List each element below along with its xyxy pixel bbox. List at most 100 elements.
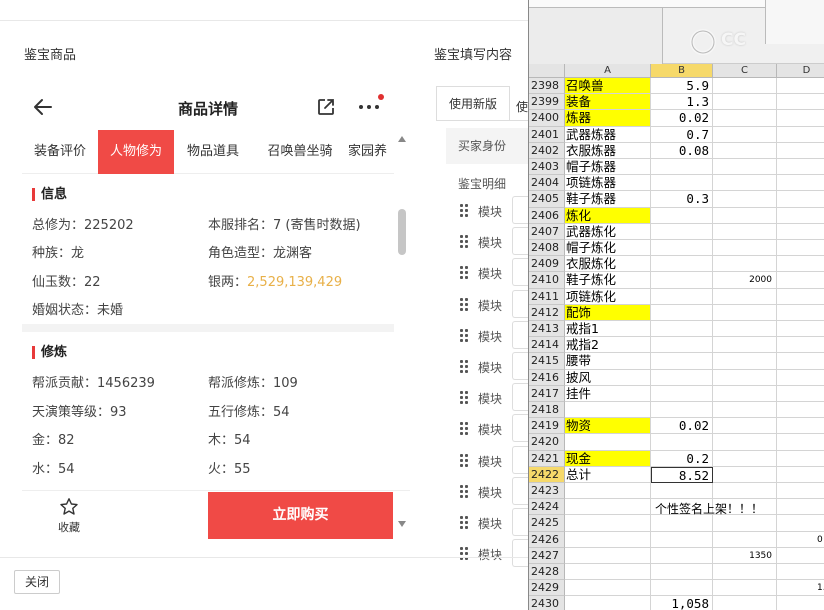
cell-a[interactable]: 武器炼器 bbox=[565, 126, 651, 143]
cell-b[interactable] bbox=[651, 564, 713, 581]
cell-c[interactable] bbox=[713, 207, 777, 224]
drag-handle-icon[interactable] bbox=[460, 484, 470, 499]
cell-d[interactable] bbox=[777, 159, 824, 176]
module-row[interactable]: 模块 bbox=[460, 476, 532, 505]
cell-c[interactable]: 1350 bbox=[713, 547, 777, 564]
row-header[interactable]: 2416 bbox=[529, 369, 565, 386]
cell-a[interactable]: 腰带 bbox=[565, 353, 651, 370]
cell-d[interactable] bbox=[777, 256, 824, 273]
row-header[interactable]: 2404 bbox=[529, 175, 565, 192]
cell-a[interactable]: 召唤兽 bbox=[565, 78, 651, 95]
cell-a[interactable] bbox=[565, 531, 651, 548]
tab-other-version[interactable]: 使 bbox=[516, 98, 528, 115]
cell-c[interactable] bbox=[713, 531, 777, 548]
cell-c[interactable] bbox=[713, 385, 777, 402]
cell-c[interactable] bbox=[713, 564, 777, 581]
cell-d[interactable] bbox=[777, 434, 824, 451]
row-header[interactable]: 2428 bbox=[529, 564, 565, 581]
cell-c[interactable] bbox=[713, 175, 777, 192]
cell-b[interactable] bbox=[651, 288, 713, 305]
cell-a[interactable]: 物资 bbox=[565, 418, 651, 435]
cell-d[interactable] bbox=[777, 321, 824, 338]
cell-b[interactable] bbox=[651, 337, 713, 354]
cell-b[interactable] bbox=[651, 223, 713, 240]
cell-a[interactable]: 帽子炼器 bbox=[565, 159, 651, 176]
row-header[interactable]: 2427 bbox=[529, 547, 565, 564]
cell-a[interactable] bbox=[565, 515, 651, 532]
cell-c[interactable] bbox=[713, 450, 777, 467]
cell-c[interactable] bbox=[713, 110, 777, 127]
cell-d[interactable] bbox=[777, 289, 824, 305]
row-header[interactable]: 2415 bbox=[529, 353, 565, 370]
cell-d[interactable] bbox=[777, 402, 824, 419]
cell-a[interactable]: 炼化 bbox=[565, 207, 651, 224]
cell-a[interactable]: 现金 bbox=[565, 450, 651, 467]
row-header[interactable]: 2398 bbox=[529, 78, 565, 95]
cell-b[interactable] bbox=[651, 580, 713, 597]
module-row[interactable]: 模块 bbox=[460, 320, 532, 349]
cell-d[interactable] bbox=[777, 564, 824, 581]
drag-handle-icon[interactable] bbox=[460, 516, 470, 530]
cell-d[interactable] bbox=[777, 78, 824, 95]
cell-c[interactable] bbox=[713, 321, 777, 338]
cell-b[interactable]: 0.7 bbox=[651, 126, 713, 143]
cell-a[interactable]: 戒指1 bbox=[565, 321, 651, 338]
row-header[interactable]: 2400 bbox=[529, 110, 565, 127]
close-button[interactable]: 关闭 bbox=[14, 570, 60, 594]
cell-d[interactable]: 0 bbox=[777, 532, 824, 548]
column-header-c[interactable]: C bbox=[713, 64, 777, 78]
cell-a[interactable]: 衣服炼器 bbox=[565, 142, 651, 159]
cell-b[interactable] bbox=[651, 207, 713, 224]
row-header[interactable]: 2421 bbox=[529, 450, 565, 467]
cell-b[interactable] bbox=[651, 385, 713, 402]
cell-d[interactable] bbox=[777, 499, 824, 516]
cell-a[interactable]: 衣服炼化 bbox=[565, 256, 651, 273]
module-row[interactable]: 模块 bbox=[460, 445, 532, 474]
row-header[interactable]: 2419 bbox=[529, 418, 565, 435]
scroll-down-arrow-icon[interactable] bbox=[398, 521, 406, 527]
drag-handle-icon[interactable] bbox=[460, 204, 470, 218]
module-row[interactable]: 模块 bbox=[460, 539, 532, 568]
tab-equipment-rating[interactable]: 装备评价 bbox=[22, 130, 98, 174]
row-header[interactable]: 2401 bbox=[529, 126, 565, 143]
tab-use-new-version[interactable]: 使用新版 bbox=[436, 86, 510, 120]
row-header[interactable]: 2405 bbox=[529, 191, 565, 208]
cell-d[interactable] bbox=[777, 337, 824, 354]
cell-d[interactable] bbox=[777, 127, 824, 143]
cell-a[interactable]: 武器炼化 bbox=[565, 223, 651, 240]
module-row[interactable]: 模块 bbox=[460, 352, 532, 380]
select-all-corner[interactable] bbox=[529, 64, 565, 78]
row-header[interactable]: 2408 bbox=[529, 240, 565, 257]
row-header[interactable]: 2409 bbox=[529, 256, 565, 273]
row-header[interactable]: 2406 bbox=[529, 207, 565, 224]
cell-b[interactable]: 0.02 bbox=[651, 418, 713, 435]
module-row[interactable]: 模块 bbox=[460, 383, 532, 412]
row-header[interactable]: 2423 bbox=[529, 483, 565, 500]
cell-b[interactable]: 0.2 bbox=[651, 450, 713, 467]
cell-a[interactable] bbox=[565, 402, 651, 419]
row-header[interactable]: 2411 bbox=[529, 288, 565, 305]
cell-c[interactable] bbox=[713, 434, 777, 451]
cell-c[interactable] bbox=[713, 466, 777, 483]
cell-d[interactable] bbox=[777, 353, 824, 370]
cell-c[interactable]: 2000 bbox=[713, 272, 777, 289]
row-header[interactable]: 2412 bbox=[529, 304, 565, 321]
cell-a[interactable]: 项链炼化 bbox=[565, 288, 651, 305]
cell-a[interactable]: 鞋子炼化 bbox=[565, 272, 651, 289]
cell-a[interactable] bbox=[565, 434, 651, 451]
cell-b[interactable] bbox=[651, 321, 713, 338]
cell-a[interactable] bbox=[565, 580, 651, 597]
drag-handle-icon[interactable] bbox=[460, 391, 470, 405]
drag-handle-icon[interactable] bbox=[460, 360, 470, 374]
cell-b[interactable]: 8.52 bbox=[651, 466, 713, 483]
cell-d[interactable] bbox=[777, 483, 824, 500]
cell-b[interactable] bbox=[651, 531, 713, 548]
cell-d[interactable] bbox=[777, 143, 824, 159]
scroll-up-arrow-icon[interactable] bbox=[398, 136, 406, 142]
cell-d[interactable] bbox=[777, 467, 824, 483]
column-header-b[interactable]: B bbox=[651, 64, 713, 78]
cell-c[interactable] bbox=[713, 369, 777, 386]
cell-c[interactable] bbox=[713, 256, 777, 273]
cell-b[interactable]: 1.3 bbox=[651, 94, 713, 111]
row-header[interactable]: 2403 bbox=[529, 159, 565, 176]
